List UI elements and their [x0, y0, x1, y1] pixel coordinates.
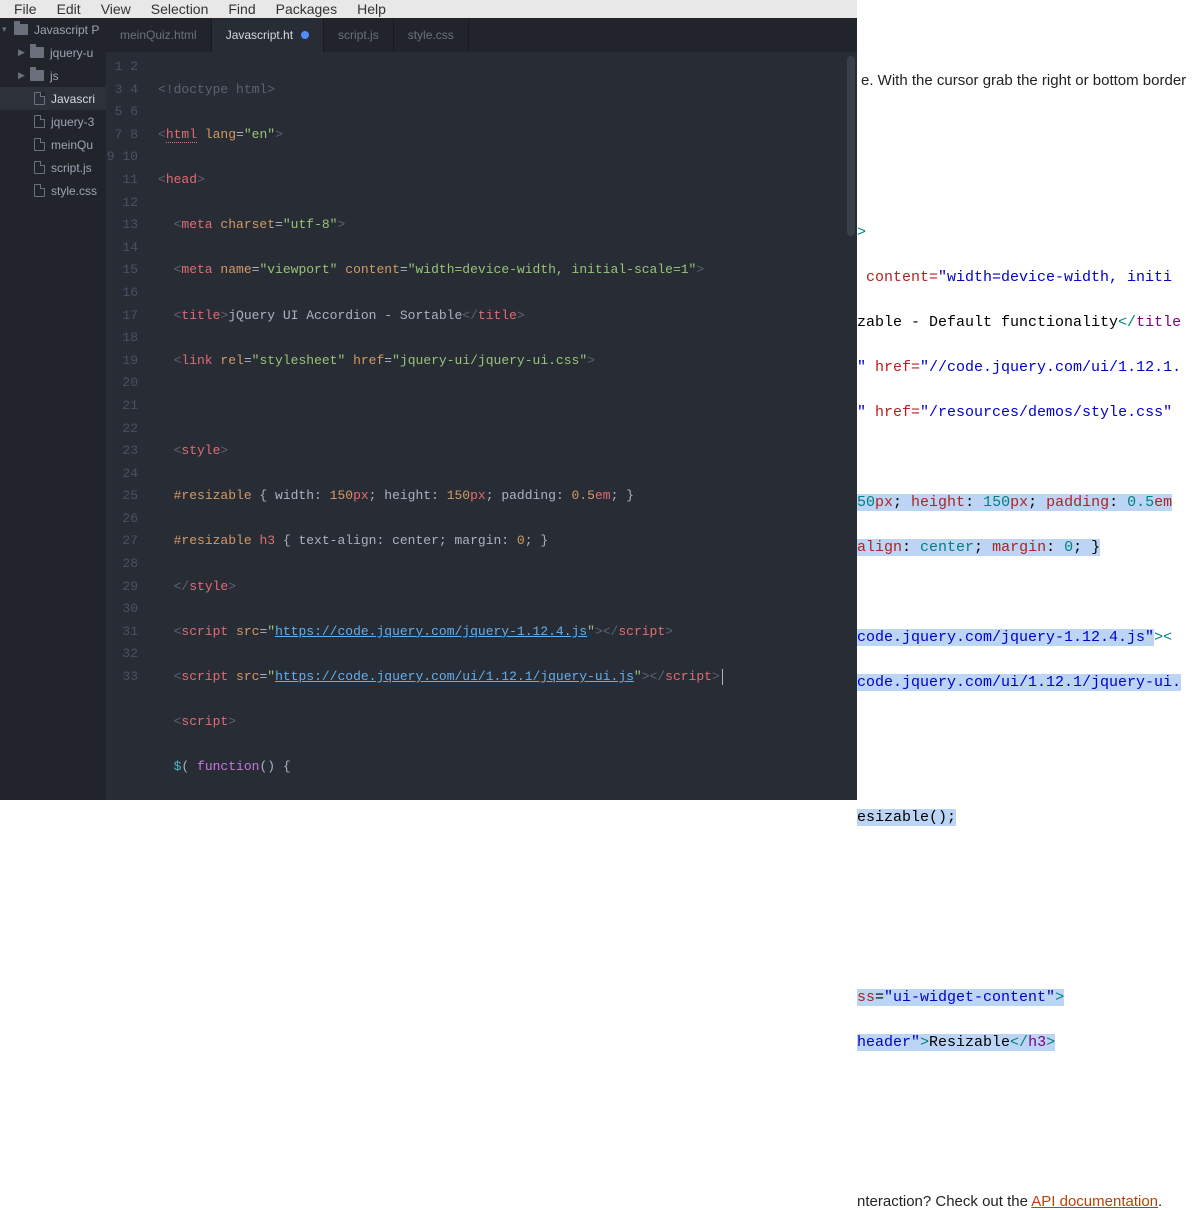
tree-root-label: Javascript P — [34, 23, 99, 37]
folder-icon — [30, 47, 44, 58]
tab-label: meinQuiz.html — [120, 28, 197, 42]
menu-find[interactable]: Find — [218, 1, 265, 17]
chevron-down-icon: ▾ — [2, 24, 12, 35]
file-icon — [34, 184, 45, 197]
tab-active[interactable]: Javascript.ht — [212, 18, 324, 52]
tab[interactable]: style.css — [394, 18, 469, 52]
tree-label: script.js — [51, 161, 92, 175]
chevron-right-icon: ▶ — [18, 47, 28, 58]
tree-folder[interactable]: ▶ js — [0, 64, 106, 87]
code-area[interactable]: 1 2 3 4 5 6 7 8 9 10 11 12 13 14 15 16 1… — [106, 52, 857, 800]
menu-edit[interactable]: Edit — [47, 1, 91, 17]
browser-panel: e. With the cursor grab the right or bot… — [857, 0, 1200, 800]
viewsource-code[interactable]: > content="width=device-width, initi zab… — [857, 199, 1200, 1099]
description-text: e. With the cursor grab the right or bot… — [857, 72, 1200, 89]
line-gutter: 1 2 3 4 5 6 7 8 9 10 11 12 13 14 15 16 1… — [106, 52, 150, 800]
tree-file[interactable]: meinQu — [0, 133, 106, 156]
file-icon — [34, 161, 45, 174]
tree-label: js — [50, 69, 59, 83]
api-doc-link[interactable]: API documentation — [1031, 1193, 1158, 1210]
tree-file[interactable]: style.css — [0, 179, 106, 202]
file-icon — [34, 92, 45, 105]
editor-pane: meinQuiz.html Javascript.ht script.js st… — [106, 18, 857, 800]
folder-icon — [30, 70, 44, 81]
file-tree: ▾ Javascript P ▶ jquery-u ▶ js Javascri … — [0, 18, 106, 800]
tab-label: style.css — [408, 28, 454, 42]
unsaved-dot-icon — [301, 31, 309, 39]
tree-label: style.css — [51, 184, 97, 198]
menu-bar: File Edit View Selection Find Packages H… — [0, 0, 857, 18]
tab[interactable]: script.js — [324, 18, 394, 52]
file-icon — [34, 138, 45, 151]
menu-help[interactable]: Help — [347, 1, 396, 17]
tree-file[interactable]: jquery-3 — [0, 110, 106, 133]
text-cursor — [722, 669, 723, 685]
tab-label: script.js — [338, 28, 379, 42]
editor-window: File Edit View Selection Find Packages H… — [0, 0, 857, 800]
menu-view[interactable]: View — [91, 1, 141, 17]
folder-icon — [14, 24, 28, 35]
tab[interactable]: meinQuiz.html — [106, 18, 212, 52]
code-content[interactable]: <!doctype html> <html lang="en"> <head> … — [150, 52, 845, 800]
tree-file[interactable]: Javascri — [0, 87, 106, 110]
tree-label: Javascri — [51, 92, 95, 106]
tree-file[interactable]: script.js — [0, 156, 106, 179]
tab-bar: meinQuiz.html Javascript.ht script.js st… — [106, 18, 857, 52]
tree-label: meinQu — [51, 138, 93, 152]
tab-label: Javascript.ht — [226, 28, 293, 42]
tree-folder[interactable]: ▶ jquery-u — [0, 41, 106, 64]
vertical-scrollbar[interactable] — [845, 52, 857, 800]
tree-label: jquery-3 — [51, 115, 94, 129]
scrollbar-thumb[interactable] — [847, 56, 855, 236]
tree-root[interactable]: ▾ Javascript P — [0, 18, 106, 41]
chevron-right-icon: ▶ — [18, 70, 28, 81]
menu-selection[interactable]: Selection — [141, 1, 219, 17]
menu-file[interactable]: File — [4, 1, 47, 17]
file-icon — [34, 115, 45, 128]
menu-packages[interactable]: Packages — [266, 1, 347, 17]
footer-text: nteraction? Check out the API documentat… — [857, 1193, 1200, 1210]
tree-label: jquery-u — [50, 46, 93, 60]
